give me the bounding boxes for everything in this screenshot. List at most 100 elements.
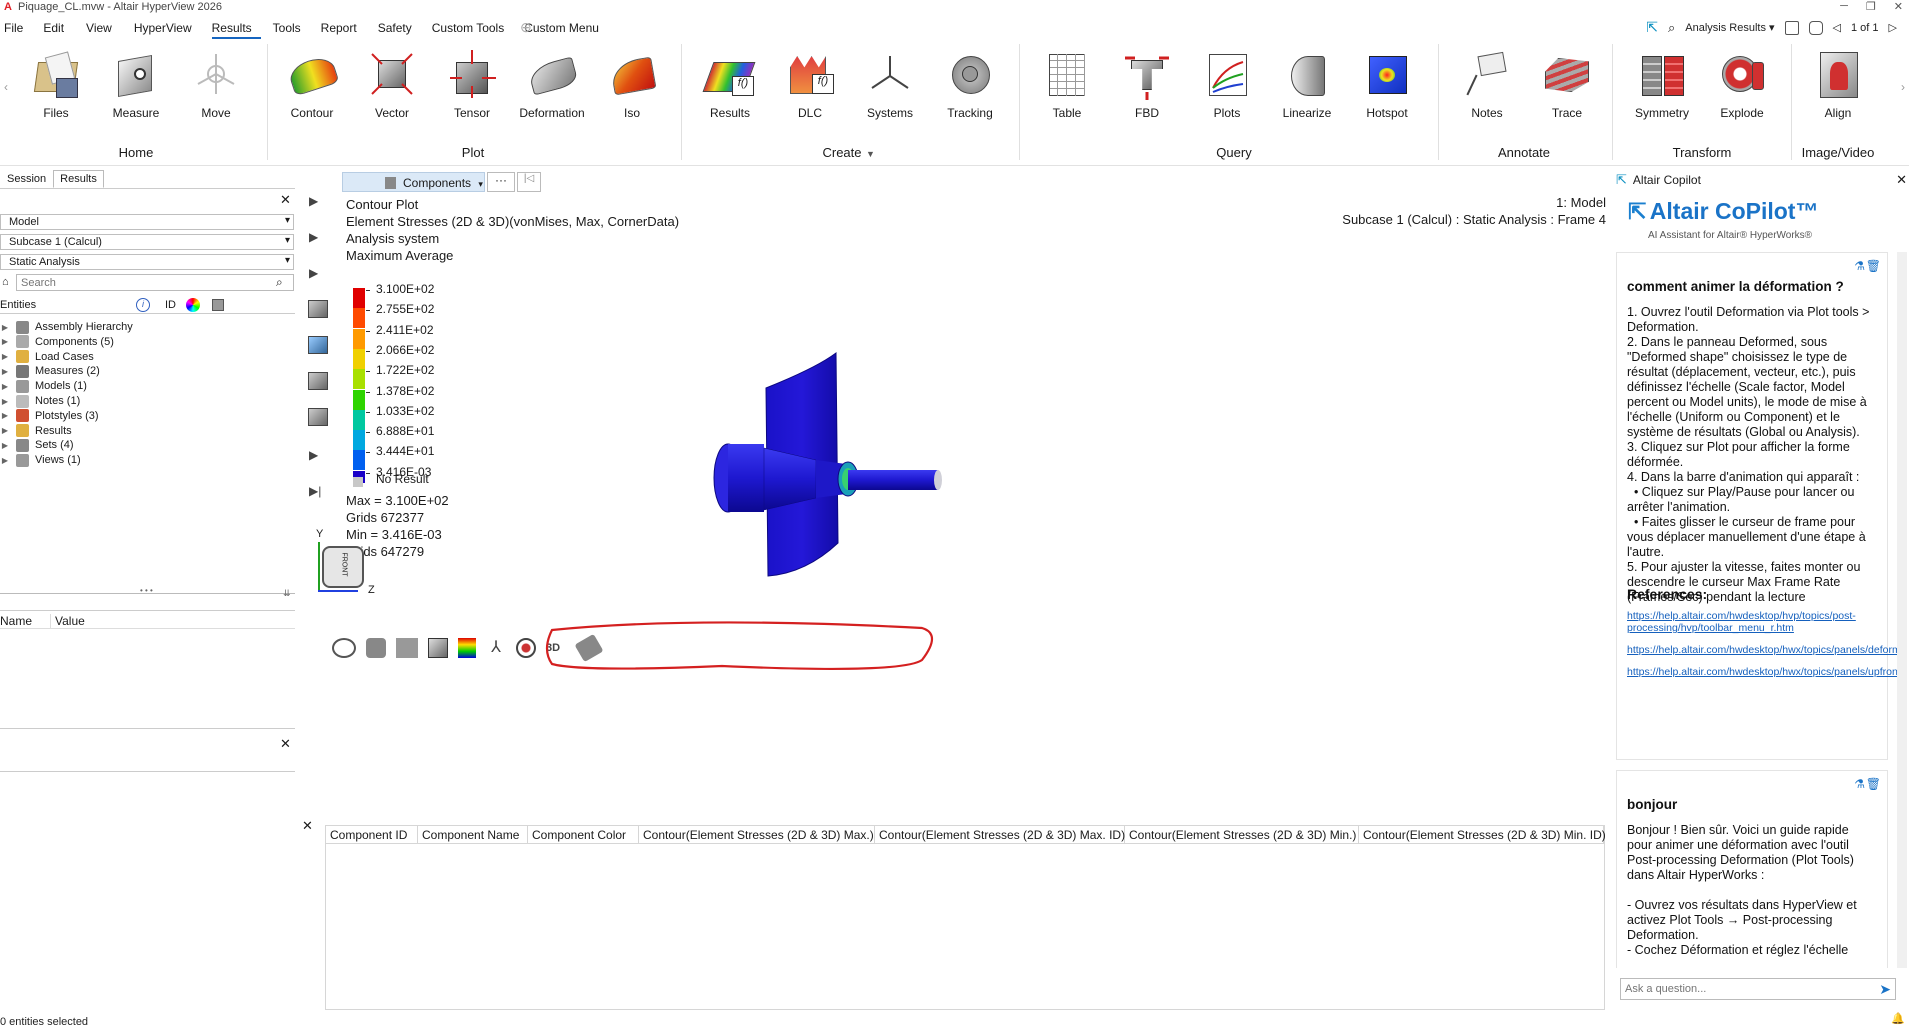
zoom-icon[interactable]	[516, 638, 536, 658]
iso-tool[interactable]: Iso	[597, 48, 667, 120]
analysis-results-dropdown[interactable]: Analysis Results ▾	[1685, 21, 1774, 34]
minimize-icon[interactable]: ─	[1840, 0, 1848, 13]
trace-tool[interactable]: Trace	[1532, 48, 1602, 120]
align-tool[interactable]: Align	[1803, 48, 1873, 120]
subcase-select[interactable]: Subcase 1 (Calcul)	[0, 234, 294, 250]
animation-play-2-button[interactable]: ▶	[309, 448, 318, 462]
tensor-tool[interactable]: Tensor	[437, 48, 507, 120]
expand-icon[interactable]: ▶	[0, 397, 10, 406]
column-header[interactable]: Component Color	[528, 826, 639, 844]
expand-icon[interactable]: ▶	[0, 382, 10, 391]
menu-hyperview[interactable]: HyperView	[134, 21, 201, 39]
page-icon[interactable]	[1808, 20, 1823, 35]
model-select[interactable]: Model	[0, 214, 294, 230]
expand-icon[interactable]: ▶	[0, 426, 10, 435]
vector-tool[interactable]: Vector	[357, 48, 427, 120]
deformation-tool[interactable]: Deformation	[517, 48, 587, 120]
column-header[interactable]: Component ID	[326, 826, 418, 844]
trash-icon[interactable]: 🗑	[1866, 777, 1881, 791]
animation-step-button[interactable]: ▶	[309, 230, 318, 244]
tracking-tool[interactable]: Tracking	[935, 48, 1005, 120]
flask-icon[interactable]: ⚗	[1854, 777, 1865, 791]
tab-results[interactable]: Results	[53, 170, 104, 188]
menu-view[interactable]: View	[86, 21, 121, 39]
tree-item[interactable]: ▶ Views (1)	[0, 451, 81, 469]
ask-input[interactable]	[1621, 979, 1861, 999]
reset-icon[interactable]: |◁	[517, 172, 541, 192]
group-create[interactable]: Create	[822, 145, 861, 160]
system-icon[interactable]: ⅄	[486, 638, 506, 658]
results-table[interactable]: Component ID Component Name Component Colo…	[325, 825, 1606, 1010]
menu-edit[interactable]: Edit	[43, 21, 73, 39]
close-panel-icon[interactable]: ✕	[280, 192, 291, 208]
create-expand-icon[interactable]: ▼	[866, 149, 875, 159]
search-input[interactable]	[16, 274, 294, 291]
menu-report[interactable]: Report	[321, 21, 366, 39]
display-icon[interactable]	[308, 336, 328, 354]
close-table-icon[interactable]: ✕	[302, 818, 313, 834]
close-copilot-icon[interactable]: ✕	[1896, 172, 1907, 188]
entity-icon[interactable]	[308, 408, 328, 426]
ribbon-scroll-right-icon[interactable]: ›	[1901, 80, 1905, 94]
fbd-tool[interactable]: FBD	[1112, 48, 1182, 120]
menu-custom-tools[interactable]: Custom Tools	[432, 21, 513, 39]
close-lower-panel-icon[interactable]: ✕	[280, 736, 291, 752]
column-header[interactable]: Component Name	[418, 826, 528, 844]
ribbon-scroll-left-icon[interactable]: ‹	[4, 80, 8, 94]
collapse-props-icon[interactable]: ⇊	[283, 588, 291, 599]
reference-link[interactable]: https://help.altair.com/hwdesktop/hvp/to…	[1627, 610, 1875, 634]
page-next-icon[interactable]: ▷	[1889, 21, 1897, 34]
axis-triad[interactable]: Y Z FRONT	[316, 528, 396, 598]
animation-play-button[interactable]: ▶	[309, 194, 318, 208]
copilot-toggle-icon[interactable]: ⇱	[1646, 19, 1658, 36]
restore-icon[interactable]: ❐	[1866, 0, 1876, 13]
info-column-icon[interactable]: i	[136, 298, 150, 312]
explode-tool[interactable]: Explode	[1707, 48, 1777, 120]
eye-icon[interactable]	[332, 638, 356, 658]
analysis-select[interactable]: Static Analysis	[0, 254, 294, 270]
menu-safety[interactable]: Safety	[378, 21, 421, 39]
animation-next-button[interactable]: ▶	[309, 266, 318, 280]
tab-session[interactable]: Session	[0, 170, 53, 188]
column-header[interactable]: Contour(Element Stresses (2D & 3D) Max. …	[875, 826, 1125, 844]
flask-icon[interactable]: ⚗	[1854, 259, 1865, 273]
display-column-icon[interactable]	[212, 299, 224, 311]
fe-model[interactable]	[696, 348, 1116, 648]
symmetry-tool[interactable]: Symmetry	[1627, 48, 1697, 120]
chat-scroll[interactable]: ⚗ 🗑 comment animer la déformation ? 1. O…	[1616, 252, 1906, 968]
expand-icon[interactable]: ▶	[0, 337, 10, 346]
dlc-tool[interactable]: f() DLC	[775, 48, 845, 120]
id-header[interactable]: ID	[165, 299, 176, 311]
chat-scrollbar[interactable]	[1897, 252, 1907, 968]
page-prev-icon[interactable]: ◁	[1833, 21, 1841, 34]
camera-icon[interactable]	[308, 300, 328, 318]
components-more-button[interactable]: ···	[487, 172, 515, 192]
search-icon[interactable]: ⌕	[1668, 20, 1675, 36]
systems-tool[interactable]: Systems	[855, 48, 925, 120]
trash-icon[interactable]: 🗑	[1866, 259, 1881, 273]
expand-icon[interactable]: ▶	[0, 441, 10, 450]
menu-tools[interactable]: Tools	[273, 21, 310, 39]
cube-icon[interactable]	[428, 638, 448, 658]
color-column-icon[interactable]	[186, 298, 200, 312]
notes-tool[interactable]: Notes	[1452, 48, 1522, 120]
linearize-tool[interactable]: Linearize	[1272, 48, 1342, 120]
view-icon[interactable]	[1784, 20, 1799, 35]
column-header[interactable]: Contour(Element Stresses (2D & 3D) Min. …	[1359, 826, 1606, 844]
move-tool[interactable]: Move	[181, 48, 251, 120]
add-menu-icon[interactable]: ⊕	[520, 19, 532, 36]
expand-icon[interactable]: ▶	[0, 411, 10, 420]
menu-file[interactable]: File	[4, 21, 32, 39]
reference-link[interactable]: https://help.altair.com/hwdesktop/hwx/to…	[1627, 644, 1906, 656]
files-tool[interactable]: Files	[21, 48, 91, 120]
menu-custom-menu[interactable]: Custom Menu	[524, 21, 608, 39]
menu-results[interactable]: Results	[211, 21, 261, 39]
expand-icon[interactable]: ▶	[0, 367, 10, 376]
contour-tool[interactable]: Contour	[277, 48, 347, 120]
expand-icon[interactable]: ▶	[0, 323, 10, 332]
measure-tool[interactable]: Measure	[101, 48, 171, 120]
reference-link[interactable]: https://help.altair.com/hwdesktop/hwx/to…	[1627, 666, 1906, 678]
column-header[interactable]: Contour(Element Stresses (2D & 3D) Min.)	[1125, 826, 1359, 844]
home-icon[interactable]: ⌂	[2, 276, 9, 288]
column-header[interactable]: Contour(Element Stresses (2D & 3D) Max.)	[639, 826, 875, 844]
